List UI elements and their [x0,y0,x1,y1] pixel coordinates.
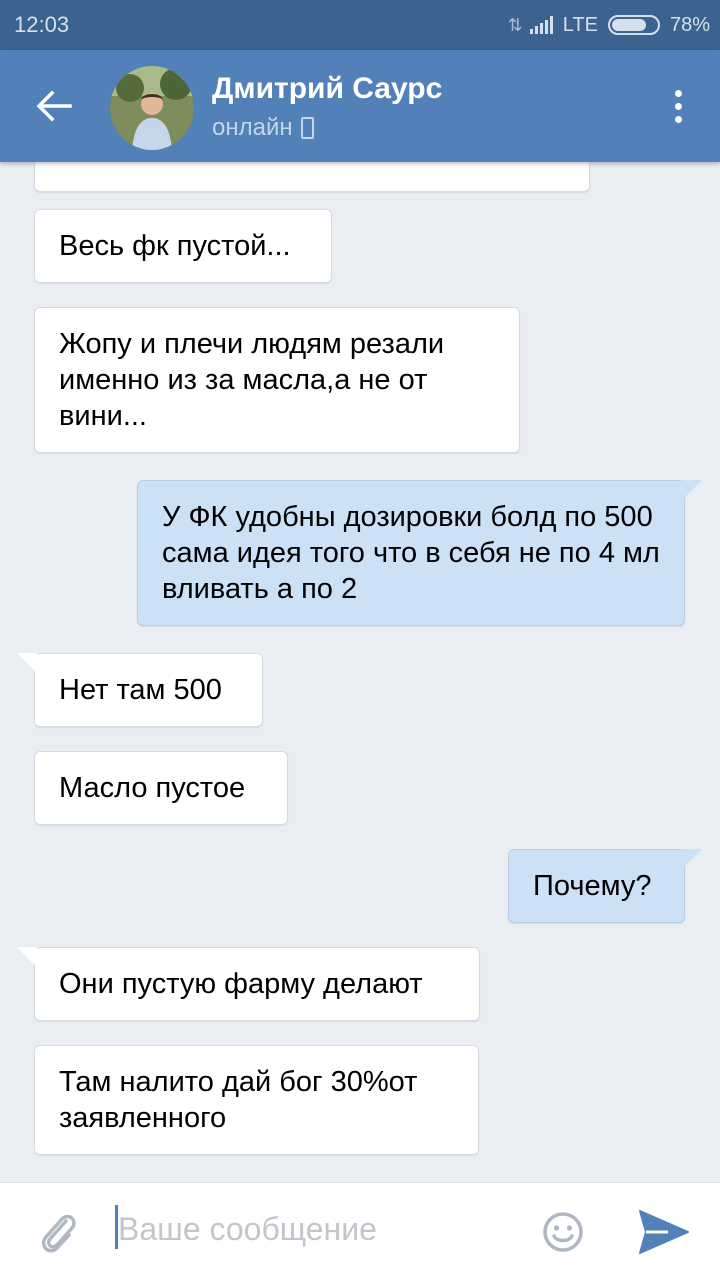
message-bubble-outgoing[interactable]: У ФК удобны дозировки болд по 500 сама и… [137,480,702,626]
message-bubble-partial[interactable] [34,162,590,192]
message-list[interactable]: Весь фк пустой... Жопу и плечи людям рез… [0,162,720,1182]
battery-percent: 78% [669,13,710,36]
message-text: Нет там 500 [59,674,222,706]
mobile-phone-icon [300,117,314,139]
more-vertical-icon [674,89,682,97]
message-bubble-incoming[interactable]: Они пустую фарму делают [17,947,480,1021]
message-bubble-incoming[interactable]: Жопу и плечи людям резали именно из за м… [34,307,520,453]
back-button[interactable] [24,78,88,134]
message-bubble-outgoing[interactable]: Почему? [508,849,702,923]
message-text: Жопу и плечи людям резали именно из за м… [59,328,445,432]
message-text: У ФК удобны дозировки болд по 500 сама и… [162,501,660,605]
more-menu-button[interactable] [656,80,700,132]
status-indicators: ⇅ LTE 78% [508,12,710,38]
chat-header: Дмитрий Саурс онлайн [0,50,720,162]
message-bubble-incoming[interactable]: Масло пустое [34,751,288,825]
online-label: онлайн [212,114,293,141]
message-input[interactable] [118,1205,518,1253]
message-bubble-incoming[interactable]: Нет там 500 [17,653,263,727]
message-text: Весь фк пустой... [59,230,291,262]
message-bubble-incoming[interactable]: Там налито дай бог 30%от заявленного [34,1045,479,1155]
message-text: Они пустую фарму делают [59,968,423,1000]
network-type: LTE [562,13,598,36]
message-text: Почему? [533,870,652,902]
status-bar: 12:03 ⇅ LTE 78% [0,0,720,50]
avatar-photo [110,66,194,150]
battery-icon [607,15,660,35]
paperclip-icon[interactable] [36,1209,80,1257]
message-text: Масло пустое [59,772,246,804]
message-bubble-incoming[interactable]: Весь фк пустой... [34,209,332,283]
signal-strength-icon [529,16,553,34]
contact-name[interactable]: Дмитрий Саурс [212,72,442,106]
smiley-icon[interactable] [542,1211,584,1253]
status-time: 12:03 [14,12,70,37]
send-icon[interactable] [638,1209,690,1255]
data-transfer-icon: ⇅ [507,14,523,35]
avatar[interactable] [110,66,194,150]
message-composer [0,1182,720,1280]
contact-status: онлайн [212,114,314,142]
message-text: Там налито дай бог 30%от заявленного [59,1066,418,1134]
arrow-left-icon [36,90,72,122]
